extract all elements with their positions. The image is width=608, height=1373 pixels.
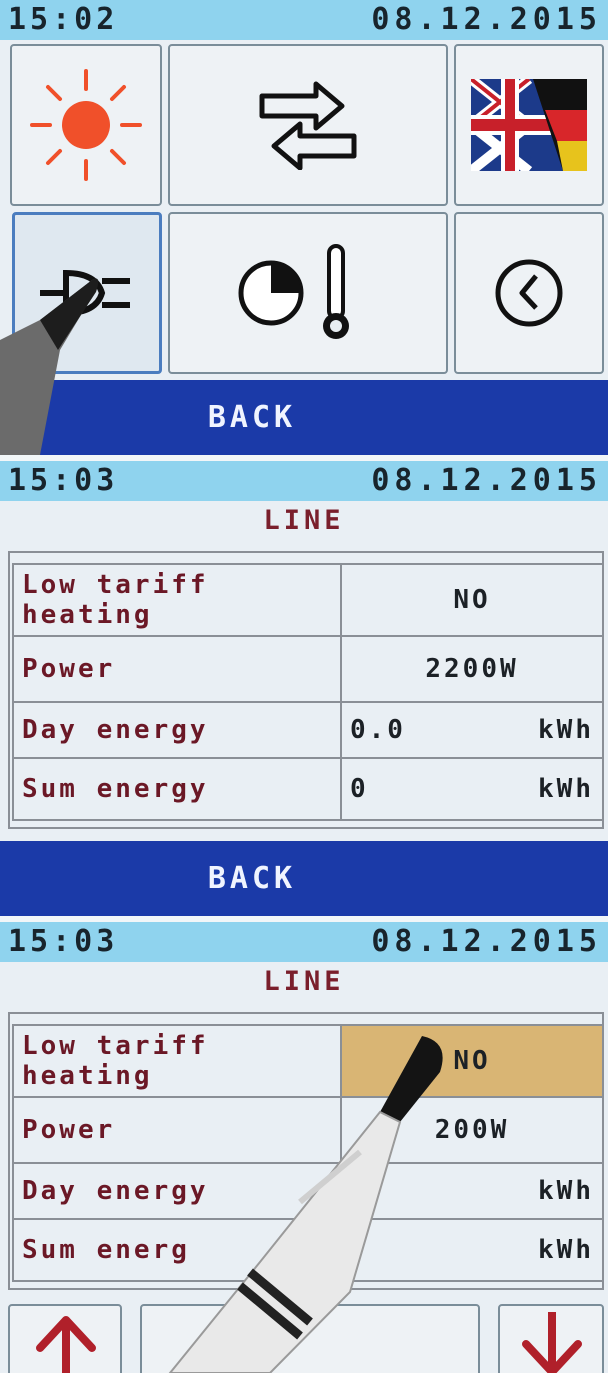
power-value: 200W (340, 1096, 604, 1164)
clock-icon (495, 259, 563, 327)
table-row: Power 2200W (12, 635, 604, 703)
line-table: Low tariff heating NO Power 200W Day ene… (12, 1024, 604, 1282)
table-row: Day energy 0.0 kWh (12, 701, 604, 759)
scroll-up-button[interactable] (8, 1304, 122, 1373)
table-row: Power 200W (12, 1096, 604, 1164)
status-bar: 15:03 08.12.2015 (0, 461, 608, 501)
unit: kWh (538, 1176, 594, 1206)
back-button[interactable]: BACK (0, 380, 608, 455)
table-row: Low tariff heating NO (12, 563, 604, 637)
clock-time: 15:03 (8, 463, 119, 498)
date: 08.12.2015 (371, 463, 602, 498)
table-row: Sum energ kWh (12, 1218, 604, 1282)
row-label: Power (12, 1096, 342, 1164)
unit: kWh (538, 774, 594, 804)
day-energy-value: 0.0 (350, 715, 406, 745)
label-line-2: heating (22, 600, 153, 630)
clock-time: 15:03 (8, 924, 119, 959)
row-label: Power (12, 635, 342, 703)
sum-energy-cell: kWh (340, 1218, 604, 1282)
brightness-button[interactable] (10, 44, 162, 206)
line-power-button[interactable] (12, 212, 162, 374)
back-button[interactable]: BACK (0, 841, 608, 916)
status-bar: 15:02 08.12.2015 (0, 0, 608, 40)
clock-button[interactable] (454, 212, 604, 374)
row-label: Low tariff heating (12, 1024, 342, 1098)
power-plug-icon (40, 269, 130, 317)
line-screen-editing: 15:03 08.12.2015 LINE Low tariff heating… (0, 922, 608, 1373)
middle-button[interactable] (140, 1304, 480, 1373)
day-energy-cell: kWh (340, 1162, 604, 1220)
row-label: Sum energy (12, 757, 342, 821)
date: 08.12.2015 (371, 924, 602, 959)
language-button[interactable] (454, 44, 604, 206)
back-label: BACK (207, 400, 297, 435)
sum-energy-cell: 0 kWh (340, 757, 604, 821)
unit: kWh (538, 1235, 594, 1265)
day-energy-cell: 0.0 kWh (340, 701, 604, 759)
scroll-down-button[interactable] (498, 1304, 604, 1373)
table-row: Low tariff heating NO (12, 1024, 604, 1098)
status-bar: 15:03 08.12.2015 (0, 922, 608, 962)
date: 08.12.2015 (371, 2, 602, 37)
power-value: 2200W (340, 635, 604, 703)
row-label: Low tariff heating (12, 563, 342, 637)
sum-energy-value: 0 (350, 774, 369, 804)
line-screen: 15:03 08.12.2015 LINE Low tariff heating… (0, 461, 608, 916)
row-label: Day energy (12, 1162, 342, 1220)
timer-temperature-button[interactable] (168, 212, 448, 374)
page-title: LINE (263, 966, 345, 997)
menu-screen: 15:02 08.12.2015 BACK (0, 0, 608, 455)
row-label: Day energy (12, 701, 342, 759)
uk-germany-flag-icon (471, 79, 587, 171)
table-row: Sum energy 0 kWh (12, 757, 604, 821)
data-transfer-button[interactable] (168, 44, 448, 206)
exchange-arrows-icon (259, 81, 357, 170)
unit: kWh (538, 715, 594, 745)
row-label: Sum energ (12, 1218, 342, 1282)
clock-time: 15:02 (8, 2, 119, 37)
down-arrow-icon (522, 1312, 582, 1373)
label-line-1: Low tariff (22, 1031, 209, 1061)
label-line-2: heating (22, 1061, 153, 1091)
low-tariff-value[interactable]: NO (340, 563, 604, 637)
up-arrow-icon (36, 1316, 96, 1373)
sun-icon (30, 69, 142, 181)
pie-clock-thermometer-icon (238, 244, 349, 339)
table-row: Day energy kWh (12, 1162, 604, 1220)
page-title: LINE (263, 505, 345, 536)
line-table: Low tariff heating NO Power 2200W Day en… (12, 563, 604, 821)
back-label: BACK (207, 861, 297, 896)
label-line-1: Low tariff (22, 570, 209, 600)
low-tariff-value[interactable]: NO (340, 1024, 604, 1098)
